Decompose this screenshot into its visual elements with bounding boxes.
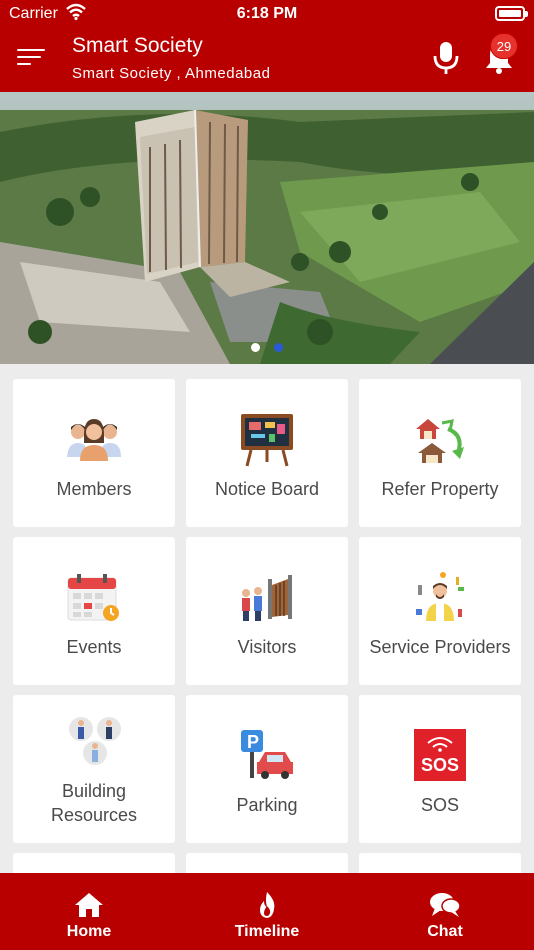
members-icon [67, 419, 121, 461]
microphone-icon[interactable] [432, 40, 460, 76]
parking-icon: P [241, 730, 293, 779]
carousel-dot-1[interactable] [250, 343, 260, 352]
tile-notice-board[interactable]: Notice Board [186, 379, 348, 527]
home-icon [75, 893, 103, 917]
app-header: Carrier 6:18 PM Smart Society Smart Soci… [0, 0, 534, 92]
tile-notice-board-label: Notice Board [214, 479, 320, 499]
page-title: Smart Society [72, 34, 203, 57]
flame-icon [260, 892, 275, 918]
tile-sos-label: SOS [420, 795, 459, 815]
svg-text:P: P [247, 732, 259, 752]
tile-refer-property-label: Refer Property [381, 479, 499, 499]
tile-building-resources[interactable]: Building Resources [13, 695, 175, 843]
nav-home-label: Home [66, 923, 112, 940]
tile-building-resources-label-1: Building [61, 781, 127, 801]
bottom-navigation: Home Timeline Chat [0, 873, 534, 950]
status-bar: Carrier 6:18 PM [0, 0, 534, 28]
battery-icon [495, 6, 525, 21]
tile-events[interactable]: Events [13, 537, 175, 685]
tile-sos[interactable]: SOS SOS [359, 695, 521, 843]
building-resources-icon [69, 717, 121, 765]
status-time: 6:18 PM [236, 5, 298, 22]
notice-board-icon [241, 414, 293, 467]
nav-chat-label: Chat [427, 923, 463, 940]
nav-timeline-label: Timeline [234, 923, 300, 940]
refer-property-icon [416, 419, 464, 463]
sos-icon-text: SOS [421, 755, 459, 775]
sos-icon: SOS [414, 729, 466, 781]
tile-building-resources-label-2: Resources [50, 805, 138, 825]
banner-carousel[interactable] [0, 92, 534, 364]
nav-chat[interactable]: Chat [356, 873, 534, 950]
menu-button[interactable] [17, 49, 45, 69]
banner-image [0, 92, 534, 364]
nav-home[interactable]: Home [0, 873, 178, 950]
tile-members[interactable]: Members [13, 379, 175, 527]
carousel-indicator [0, 339, 534, 357]
carousel-dot-2[interactable] [274, 343, 284, 352]
nav-timeline[interactable]: Timeline [178, 873, 356, 950]
tile-refer-property[interactable]: Refer Property [359, 379, 521, 527]
visitors-icon [242, 575, 292, 621]
tile-visitors[interactable]: Visitors [186, 537, 348, 685]
tile-service-providers-label: Service Providers [369, 637, 511, 657]
tile-parking[interactable]: P Parking [186, 695, 348, 843]
tile-events-label: Events [66, 637, 122, 657]
society-location[interactable]: Smart Society , Ahmedabad [72, 65, 270, 82]
calendar-icon [67, 574, 119, 621]
service-provider-icon [416, 572, 464, 621]
tile-parking-label: Parking [236, 795, 298, 815]
tile-visitors-label: Visitors [237, 637, 297, 657]
notification-badge: 29 [490, 33, 518, 59]
tile-members-label: Members [56, 479, 132, 499]
chat-icon [430, 893, 461, 917]
tile-service-providers[interactable]: Service Providers [359, 537, 521, 685]
battery-tip [525, 11, 528, 17]
